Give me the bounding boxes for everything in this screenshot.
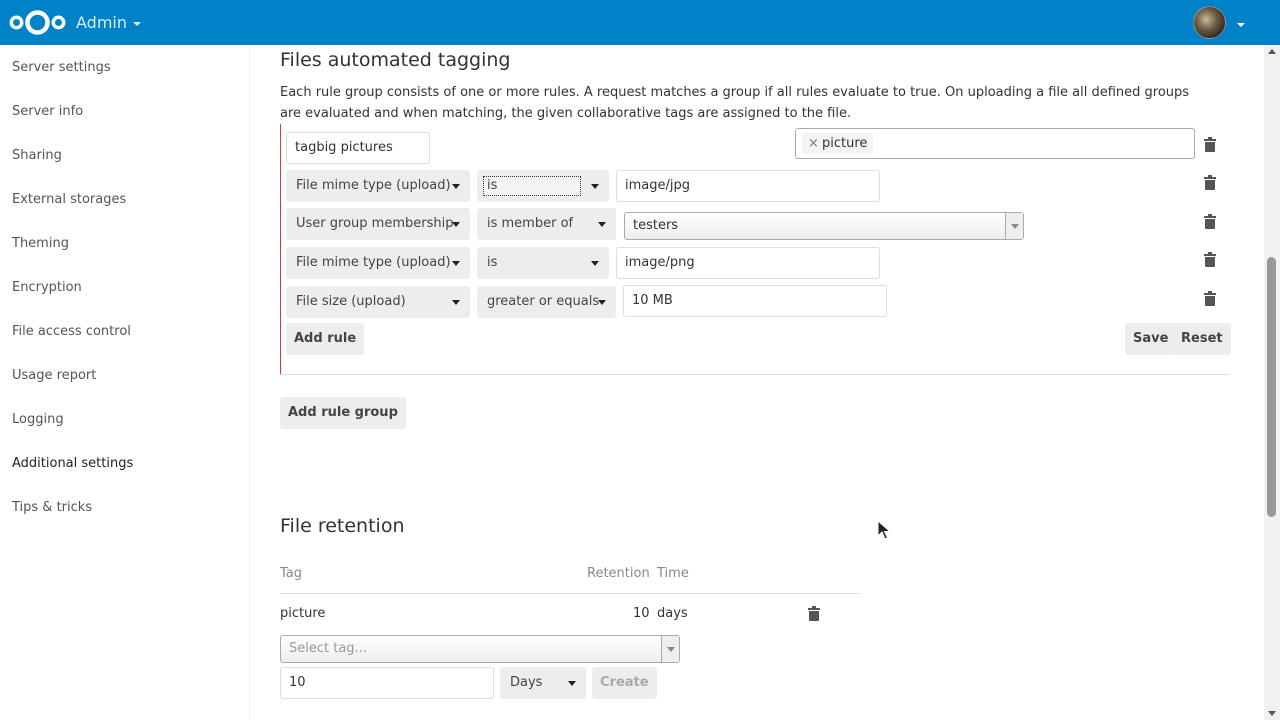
tagging-title: Files automated tagging bbox=[280, 49, 511, 71]
group-name-input[interactable]: tagbig pictures bbox=[286, 132, 430, 164]
retention-amount-input[interactable]: 10 bbox=[280, 667, 494, 699]
sidebar-item-server-settings[interactable]: Server settings bbox=[12, 58, 111, 78]
nextcloud-logo-icon[interactable] bbox=[9, 9, 66, 36]
tag-chip-label: picture bbox=[822, 136, 868, 151]
sidebar-item-sharing[interactable]: Sharing bbox=[12, 146, 62, 166]
rule-value-input[interactable]: image/jpg bbox=[616, 170, 880, 202]
delete-rule-trash-icon[interactable] bbox=[1204, 291, 1216, 306]
rule-check-select[interactable]: User group membership bbox=[286, 208, 470, 240]
chevron-down-icon bbox=[133, 21, 141, 26]
delete-rule-trash-icon[interactable] bbox=[1204, 252, 1216, 267]
sidebar-item-server-info[interactable]: Server info bbox=[12, 102, 83, 122]
chevron-down-icon bbox=[598, 300, 606, 305]
chevron-down-icon bbox=[598, 222, 606, 227]
retention-row-tag: picture bbox=[280, 606, 326, 621]
retention-unit-select[interactable]: Days bbox=[500, 667, 586, 699]
add-rule-group-button[interactable]: Add rule group bbox=[280, 397, 406, 429]
tagging-description: Each rule group consists of one or more … bbox=[280, 85, 1190, 121]
rule-group-divider bbox=[280, 374, 1230, 375]
scroll-up-icon[interactable] bbox=[1268, 49, 1276, 54]
scrollbar-thumb[interactable] bbox=[1267, 257, 1276, 517]
remove-tag-icon[interactable]: × bbox=[808, 133, 819, 154]
chevron-down-icon bbox=[591, 184, 599, 189]
rule-value-input[interactable]: 10 MB bbox=[623, 285, 887, 317]
tag-chip: × picture bbox=[802, 133, 874, 154]
table-header-divider bbox=[280, 593, 860, 594]
create-button[interactable]: Create bbox=[592, 667, 657, 699]
sidebar-item-usage-report[interactable]: Usage report bbox=[12, 366, 96, 386]
column-header-time: Time bbox=[657, 566, 689, 581]
rule-group-value-select[interactable]: testers bbox=[624, 212, 1024, 240]
chevron-down-icon bbox=[452, 184, 460, 189]
save-button[interactable]: Save bbox=[1125, 323, 1177, 355]
rule-check-select[interactable]: File mime type (upload) bbox=[286, 247, 470, 279]
sidebar-item-logging[interactable]: Logging bbox=[12, 410, 64, 430]
app-menu-toggle[interactable]: Admin bbox=[76, 13, 141, 32]
delete-rule-trash-icon[interactable] bbox=[1204, 214, 1216, 229]
mouse-pointer-icon bbox=[877, 520, 891, 540]
sidebar-item-file-access-control[interactable]: File access control bbox=[12, 322, 131, 342]
sidebar-item-tips-tricks[interactable]: Tips & tricks bbox=[12, 498, 92, 518]
sidebar-item-external-storages[interactable]: External storages bbox=[12, 190, 126, 210]
rule-operator-select[interactable]: greater or equals bbox=[477, 286, 616, 318]
retention-row-time: days bbox=[657, 606, 688, 621]
page-scrollbar[interactable] bbox=[1264, 45, 1280, 720]
scroll-down-icon[interactable] bbox=[1268, 711, 1276, 716]
delete-retention-trash-icon[interactable] bbox=[808, 606, 820, 621]
avatar[interactable] bbox=[1193, 6, 1226, 39]
reset-button[interactable]: Reset bbox=[1173, 323, 1231, 355]
tags-input[interactable]: × picture bbox=[795, 128, 1195, 159]
sidebar: Server settings Server info Sharing Exte… bbox=[0, 45, 250, 720]
rule-value-input[interactable]: image/png bbox=[616, 247, 880, 279]
add-rule-button[interactable]: Add rule bbox=[286, 323, 365, 355]
chevron-down-icon bbox=[591, 261, 599, 266]
column-header-tag: Tag bbox=[280, 566, 303, 581]
chevron-down-icon bbox=[452, 261, 460, 266]
rule-operator-select[interactable]: is member of bbox=[477, 208, 616, 240]
chevron-down-icon bbox=[452, 300, 460, 305]
retention-row-amount: 10 bbox=[633, 606, 650, 621]
sidebar-item-theming[interactable]: Theming bbox=[12, 234, 69, 254]
select-tag-combo[interactable]: Select tag... bbox=[280, 635, 680, 663]
chevron-down-icon bbox=[1005, 213, 1023, 239]
delete-group-trash-icon[interactable] bbox=[1204, 137, 1216, 152]
rule-check-select[interactable]: File mime type (upload) bbox=[286, 170, 470, 202]
column-header-retention: Retention bbox=[587, 566, 650, 581]
delete-rule-trash-icon[interactable] bbox=[1204, 175, 1216, 190]
retention-title: File retention bbox=[280, 515, 405, 537]
chevron-down-icon bbox=[661, 636, 679, 662]
sidebar-item-additional-settings[interactable]: Additional settings bbox=[12, 454, 133, 474]
rule-operator-select[interactable]: is bbox=[477, 170, 609, 202]
main-content: Files automated tagging Each rule group … bbox=[250, 45, 1264, 720]
rule-check-select[interactable]: File size (upload) bbox=[286, 286, 470, 318]
rule-operator-select[interactable]: is bbox=[477, 247, 609, 279]
user-menu-chevron-down-icon[interactable] bbox=[1237, 23, 1245, 27]
app-title: Admin bbox=[76, 13, 127, 32]
sidebar-item-encryption[interactable]: Encryption bbox=[12, 278, 82, 298]
chevron-down-icon bbox=[452, 222, 460, 227]
header-bar: Admin bbox=[0, 0, 1280, 45]
chevron-down-icon bbox=[568, 681, 576, 686]
